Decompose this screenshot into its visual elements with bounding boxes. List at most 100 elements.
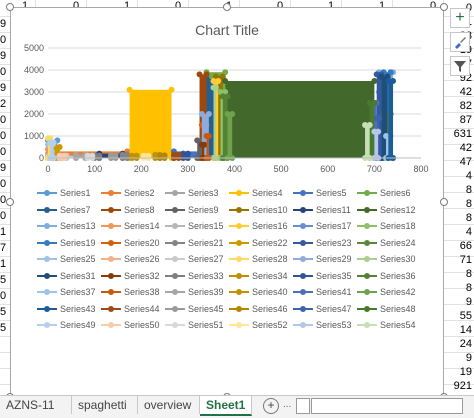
cell-value[interactable]: 631 [454,128,472,140]
cell-value[interactable]: 8 [466,184,472,196]
cell-value[interactable]: 5 [0,306,6,318]
legend-entry[interactable]: Series19 [37,238,96,248]
sheet-tab[interactable]: spaghetti [72,396,138,414]
cell-value[interactable]: 7 [0,242,6,254]
chart-elements-button[interactable]: + [450,8,470,28]
legend-entry[interactable]: Series3 [165,188,219,198]
chart-styles-button[interactable] [450,32,470,52]
cell-value[interactable]: 19 [460,366,472,378]
sheet-tab[interactable]: AZNS-11 [0,396,72,414]
legend-entry[interactable]: Series31 [37,271,96,281]
series-marker[interactable] [161,152,168,159]
cell-value[interactable]: 9 [466,296,472,308]
series-marker[interactable] [371,78,378,84]
cell-value[interactable]: 87 [460,114,472,126]
cell-value[interactable]: 14 [460,324,472,336]
cell-value[interactable]: 82 [460,100,472,112]
legend-entry[interactable]: Series2 [101,188,155,198]
cell-value[interactable]: 9 [0,50,6,62]
legend-entry[interactable]: Series54 [357,320,416,330]
cell-value[interactable]: 0 [0,34,6,46]
series-marker[interactable] [201,141,208,148]
legend-entry[interactable]: Series39 [165,287,224,297]
legend-entry[interactable]: Series37 [37,287,96,297]
series-area[interactable] [388,81,394,158]
legend-entry[interactable]: Series40 [229,287,288,297]
cell-value[interactable]: 0 [0,290,6,302]
legend-entry[interactable]: Series53 [293,320,352,330]
legend-entry[interactable]: Series10 [229,205,288,215]
legend-entry[interactable]: Series43 [37,304,96,314]
cell-value[interactable]: 1 [0,226,6,238]
legend-entry[interactable]: Series29 [293,254,352,264]
series-marker[interactable] [222,78,229,84]
legend-entry[interactable]: Series52 [229,320,288,330]
series-marker[interactable] [205,133,212,139]
legend-entry[interactable]: Series5 [293,188,347,198]
legend-entry[interactable]: Series1 [37,188,91,198]
legend-entry[interactable]: Series9 [165,205,219,215]
legend-entry[interactable]: Series38 [101,287,160,297]
legend-entry[interactable]: Series32 [101,271,160,281]
resize-handle-top-right[interactable] [440,3,448,11]
cell-value[interactable]: 0 [0,114,6,126]
legend-entry[interactable]: Series50 [101,320,160,330]
cell-value[interactable]: 42 [460,86,472,98]
series-area[interactable] [227,114,233,158]
series-marker[interactable] [390,78,397,84]
series-marker[interactable] [229,111,236,117]
legend-entry[interactable]: Series36 [357,271,416,281]
series-marker[interactable] [203,71,210,78]
series-marker[interactable] [175,151,182,158]
series-marker[interactable] [126,86,133,93]
sheet-tab[interactable]: Sheet1 [200,396,252,416]
cell-value[interactable]: 8 [466,282,472,294]
series-marker[interactable] [205,111,212,117]
cell-value[interactable]: 55 [460,310,472,322]
legend-entry[interactable]: Series51 [165,320,224,330]
cell-value[interactable]: 8 [466,198,472,210]
series-marker[interactable] [168,86,175,93]
resize-handle-top[interactable] [223,3,231,11]
horizontal-scrollbar[interactable] [311,398,463,414]
series-marker[interactable] [375,128,382,135]
resize-handle-right[interactable] [440,198,448,206]
cell-value[interactable]: 4 [466,170,472,182]
legend-entry[interactable]: Series7 [37,205,91,215]
cell-value[interactable]: 71 [460,254,472,266]
chart-title[interactable]: Chart Title [11,22,443,38]
cell-value[interactable]: 1 [0,258,6,270]
series-marker[interactable] [184,150,191,157]
legend-entry[interactable]: Series35 [293,271,352,281]
cell-value[interactable]: 0 [0,66,6,78]
series-marker[interactable] [50,139,57,146]
legend-entry[interactable]: Series13 [37,221,96,231]
series-marker[interactable] [224,93,231,100]
series-marker[interactable] [378,73,385,80]
series-marker[interactable] [198,111,205,117]
legend-entry[interactable]: Series23 [293,238,352,248]
resize-handle-left[interactable] [6,198,14,206]
cell-value[interactable]: 0 [0,210,6,222]
series-area[interactable] [365,125,370,158]
series-marker[interactable] [56,144,63,150]
cell-value[interactable]: 66 [460,240,472,252]
cell-value[interactable]: 9 [0,82,6,94]
legend-entry[interactable]: Series12 [357,205,416,215]
legend-entry[interactable]: Series21 [165,238,224,248]
resize-handle-top-left[interactable] [6,3,14,11]
legend-entry[interactable]: Series15 [165,221,224,231]
legend-entry[interactable]: Series17 [293,221,352,231]
tab-scroll-dots[interactable]: ... [283,399,291,410]
legend-entry[interactable]: Series4 [229,188,283,198]
series-marker[interactable] [196,71,203,78]
series-area[interactable] [129,89,172,158]
chart-area[interactable]: Chart Title 0 1000 2000 3000 4000 5000 0 100 200… [10,7,444,397]
legend-entry[interactable]: Series46 [229,304,288,314]
series-area[interactable] [206,136,209,158]
cell-value[interactable]: 8 [466,212,472,224]
cell-value[interactable]: 9 [0,162,6,174]
legend-entry[interactable]: Series6 [357,188,411,198]
legend-entry[interactable]: Series18 [357,221,416,231]
legend-entry[interactable]: Series47 [293,304,352,314]
